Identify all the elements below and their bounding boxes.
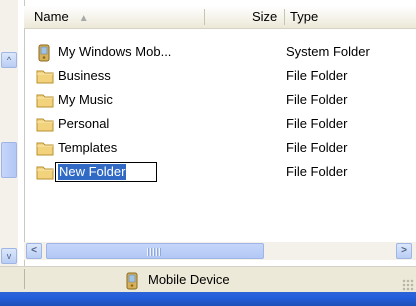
mobile-device-icon — [36, 44, 52, 65]
folder-icon — [36, 68, 54, 87]
list-item[interactable]: Personal File Folder — [24, 112, 416, 136]
item-type: System Folder — [286, 44, 370, 59]
folder-icon — [36, 92, 54, 111]
tree-vertical-scrollbar[interactable]: ^ v — [0, 0, 18, 266]
scroll-grip-icon — [147, 248, 161, 256]
item-type: File Folder — [286, 164, 348, 179]
folder-icon — [36, 140, 54, 159]
horizontal-scrollbar[interactable]: < > — [24, 242, 416, 260]
item-name: Personal — [58, 116, 110, 131]
item-type: File Folder — [286, 116, 348, 131]
scroll-up-button[interactable]: ^ — [1, 52, 17, 68]
column-type-label: Type — [290, 9, 319, 24]
column-divider[interactable] — [284, 9, 285, 25]
tree-scroll-thumb[interactable] — [1, 142, 17, 178]
scroll-right-button[interactable]: > — [396, 243, 412, 259]
sort-ascending-icon: ▲ — [78, 13, 89, 24]
item-type: File Folder — [286, 92, 348, 107]
list-item[interactable]: My Windows Mob... System Folder — [24, 40, 416, 64]
taskbar — [0, 292, 416, 306]
list-item[interactable]: Business File Folder — [24, 64, 416, 88]
item-type: File Folder — [286, 140, 348, 155]
scroll-left-button[interactable]: < — [26, 243, 42, 259]
item-name: Business — [58, 68, 111, 83]
scroll-right-arrow: > — [401, 245, 407, 256]
column-divider[interactable] — [204, 9, 205, 25]
scroll-down-arrow: v — [6, 251, 12, 261]
folder-tree-pane: ^ v — [0, 0, 25, 266]
rename-input[interactable]: New Folder — [55, 162, 157, 182]
status-divider — [24, 269, 25, 289]
list-header: Name ▲ Size Type — [24, 6, 416, 29]
list-item[interactable]: My Music File Folder — [24, 88, 416, 112]
item-name: My Music — [58, 92, 113, 107]
horizontal-scroll-thumb[interactable] — [46, 243, 264, 259]
column-header-type[interactable]: Type — [290, 6, 318, 28]
folder-icon — [36, 164, 54, 183]
column-name-label: Name — [34, 9, 69, 24]
scroll-up-arrow: ^ — [6, 55, 12, 65]
scroll-down-button[interactable]: v — [1, 248, 17, 264]
status-bar: Mobile Device — [0, 266, 416, 293]
list-item[interactable]: Templates File Folder — [24, 136, 416, 160]
column-header-name[interactable]: Name ▲ — [34, 6, 89, 28]
item-name: Templates — [58, 140, 118, 155]
item-name: My Windows Mob... — [58, 44, 172, 59]
scroll-left-arrow: < — [31, 245, 37, 256]
resize-grip[interactable] — [402, 279, 414, 291]
column-header-size[interactable]: Size — [252, 6, 277, 28]
list-item-editing[interactable]: New Folder File Folder — [24, 160, 416, 184]
status-label: Mobile Device — [148, 272, 230, 287]
item-type: File Folder — [286, 68, 348, 83]
column-size-label: Size — [252, 9, 278, 24]
folder-icon — [36, 116, 54, 135]
rename-input-text: New Folder — [58, 164, 127, 180]
